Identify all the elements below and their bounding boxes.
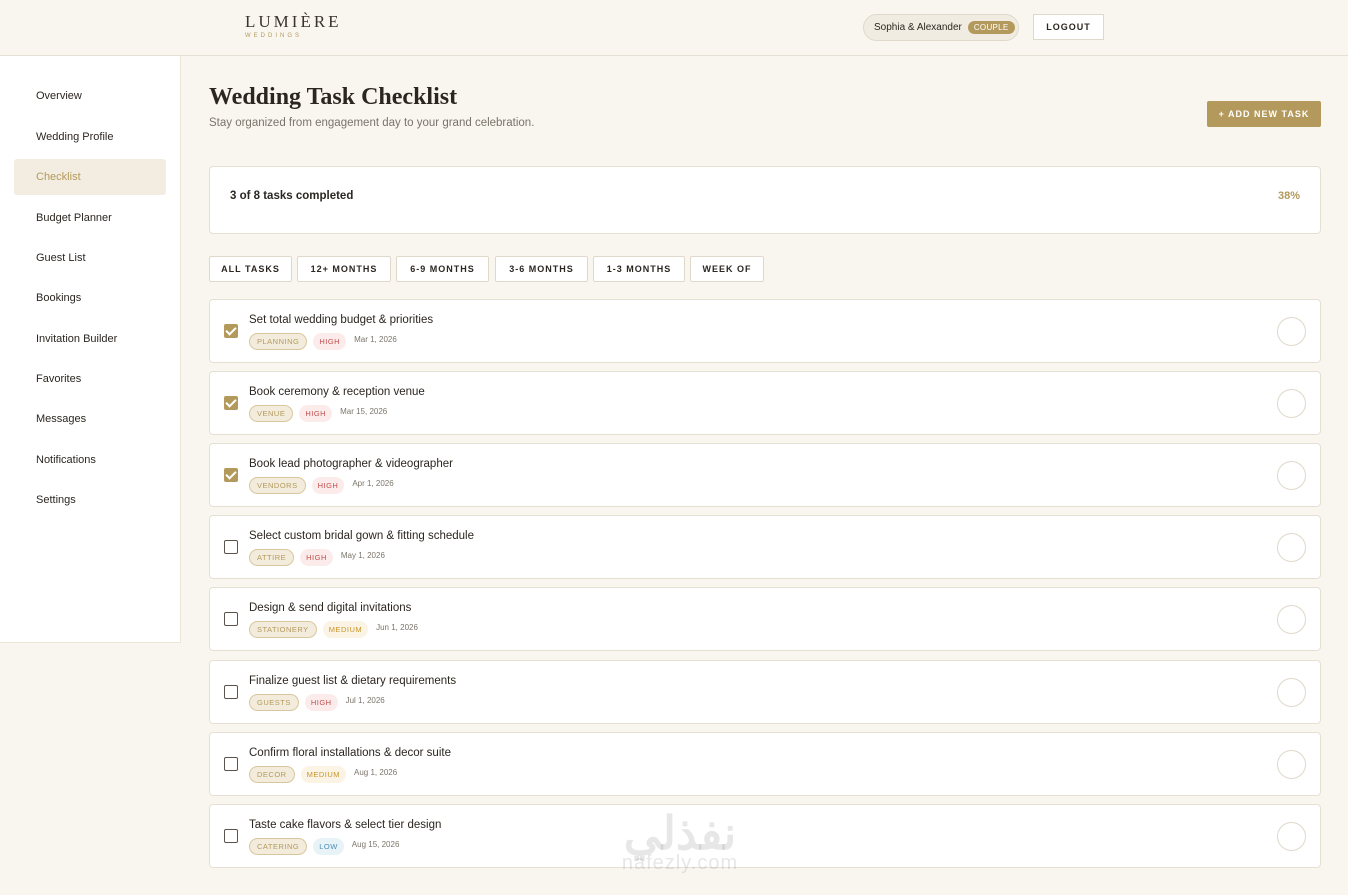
- task-meta: DECOR MEDIUM Aug 1, 2026: [249, 766, 397, 783]
- task-title: Set total wedding budget & priorities: [249, 314, 434, 326]
- task-due-date: Mar 15, 2026: [340, 407, 388, 416]
- task-title: Book ceremony & reception venue: [249, 386, 425, 398]
- task-checkbox[interactable]: [224, 685, 238, 699]
- task-checkbox[interactable]: [224, 540, 238, 554]
- task-due-date: Jul 1, 2026: [345, 696, 385, 705]
- priority-tag: MEDIUM: [300, 766, 347, 783]
- task-row[interactable]: Design & send digital invitations STATIO…: [209, 587, 1321, 651]
- user-pill[interactable]: Sophia & Alexander COUPLE: [863, 14, 1019, 41]
- sidebar-item-overview[interactable]: Overview: [14, 78, 166, 114]
- task-action-circle[interactable]: [1277, 533, 1306, 562]
- sidebar-item-checklist[interactable]: Checklist: [14, 159, 166, 195]
- priority-tag: LOW: [313, 838, 344, 855]
- task-meta: GUESTS HIGH Jul 1, 2026: [249, 694, 385, 711]
- progress-summary: 3 of 8 tasks completed: [230, 190, 354, 202]
- task-title: Finalize guest list & dietary requiremen…: [249, 675, 457, 687]
- category-tag: VENUE: [249, 405, 294, 422]
- task-action-circle[interactable]: [1277, 317, 1306, 346]
- category-tag: DECOR: [249, 766, 295, 783]
- sidebar-item-settings[interactable]: Settings: [14, 482, 166, 518]
- logo[interactable]: LUMIÈRE WEDDINGS: [245, 12, 342, 40]
- task-row[interactable]: Book lead photographer & videographer VE…: [209, 443, 1321, 507]
- category-tag: PLANNING: [249, 333, 308, 350]
- task-meta: VENUE HIGH Mar 15, 2026: [249, 405, 387, 422]
- task-checkbox[interactable]: [224, 396, 238, 410]
- task-action-circle[interactable]: [1277, 678, 1306, 707]
- task-due-date: Aug 15, 2026: [351, 840, 400, 849]
- add-new-task-button[interactable]: + ADD NEW TASK: [1207, 101, 1321, 127]
- task-meta: ATTIRE HIGH May 1, 2026: [249, 549, 385, 566]
- category-tag: CATERING: [249, 838, 308, 855]
- sidebar-item-messages[interactable]: Messages: [14, 401, 166, 437]
- progress-card: 3 of 8 tasks completed 38%: [209, 166, 1321, 234]
- task-checkbox[interactable]: [224, 757, 238, 771]
- filter-6-9-months[interactable]: 6-9 MONTHS: [396, 256, 489, 282]
- sidebar: Overview Wedding Profile Checklist Budge…: [0, 56, 181, 643]
- category-tag: GUESTS: [249, 694, 299, 711]
- filter-all-tasks[interactable]: ALL TASKS: [209, 256, 292, 282]
- task-action-circle[interactable]: [1277, 750, 1306, 779]
- task-checkbox[interactable]: [224, 324, 238, 338]
- user-name: Sophia & Alexander: [874, 22, 962, 33]
- sidebar-item-favorites[interactable]: Favorites: [14, 361, 166, 397]
- task-due-date: Aug 1, 2026: [354, 768, 398, 777]
- category-tag: VENDORS: [249, 477, 306, 494]
- priority-tag: HIGH: [313, 333, 347, 350]
- top-bar: LUMIÈRE WEDDINGS Sophia & Alexander COUP…: [0, 0, 1348, 56]
- sidebar-item-invitation-builder[interactable]: Invitation Builder: [14, 321, 166, 357]
- filter-1-3-months[interactable]: 1-3 MONTHS: [593, 256, 685, 282]
- category-tag: STATIONERY: [249, 621, 317, 638]
- logout-button[interactable]: LOGOUT: [1033, 14, 1104, 40]
- priority-tag: HIGH: [304, 694, 338, 711]
- task-checkbox[interactable]: [224, 829, 238, 843]
- sidebar-item-notifications[interactable]: Notifications: [14, 442, 166, 478]
- sidebar-item-guest-list[interactable]: Guest List: [14, 240, 166, 276]
- task-due-date: May 1, 2026: [340, 551, 385, 560]
- task-title: Design & send digital invitations: [249, 602, 412, 614]
- filter-3-6-months[interactable]: 3-6 MONTHS: [495, 256, 588, 282]
- task-due-date: Mar 1, 2026: [354, 335, 397, 344]
- task-meta: PLANNING HIGH Mar 1, 2026: [249, 333, 397, 350]
- task-action-circle[interactable]: [1277, 389, 1306, 418]
- task-row[interactable]: Confirm floral installations & decor sui…: [209, 732, 1321, 796]
- task-action-circle[interactable]: [1277, 461, 1306, 490]
- sidebar-item-budget-planner[interactable]: Budget Planner: [14, 200, 166, 236]
- task-due-date: Jun 1, 2026: [376, 623, 418, 632]
- task-due-date: Apr 1, 2026: [352, 479, 394, 488]
- priority-tag: HIGH: [299, 405, 333, 422]
- logo-name: LUMIÈRE: [245, 12, 342, 31]
- task-row[interactable]: Select custom bridal gown & fitting sche…: [209, 515, 1321, 579]
- task-action-circle[interactable]: [1277, 822, 1306, 851]
- task-title: Select custom bridal gown & fitting sche…: [249, 530, 475, 542]
- filter-12-plus-months[interactable]: 12+ MONTHS: [297, 256, 391, 282]
- task-title: Confirm floral installations & decor sui…: [249, 747, 451, 759]
- task-title: Taste cake flavors & select tier design: [249, 819, 442, 831]
- task-checkbox[interactable]: [224, 468, 238, 482]
- task-row[interactable]: Taste cake flavors & select tier design …: [209, 804, 1321, 868]
- user-role-badge: COUPLE: [967, 21, 1015, 34]
- task-title: Book lead photographer & videographer: [249, 458, 453, 470]
- task-row[interactable]: Book ceremony & reception venue VENUE HI…: [209, 371, 1321, 435]
- task-action-circle[interactable]: [1277, 605, 1306, 634]
- category-tag: ATTIRE: [249, 549, 295, 566]
- task-meta: STATIONERY MEDIUM Jun 1, 2026: [249, 621, 418, 638]
- priority-tag: HIGH: [311, 477, 345, 494]
- page-subtitle: Stay organized from engagement day to yo…: [209, 117, 535, 129]
- sidebar-item-wedding-profile[interactable]: Wedding Profile: [14, 119, 166, 155]
- task-meta: VENDORS HIGH Apr 1, 2026: [249, 477, 394, 494]
- task-checkbox[interactable]: [224, 612, 238, 626]
- priority-tag: MEDIUM: [322, 621, 369, 638]
- filter-week-of[interactable]: WEEK OF: [690, 256, 764, 282]
- logo-subtitle: WEDDINGS: [245, 33, 302, 39]
- task-row[interactable]: Set total wedding budget & priorities PL…: [209, 299, 1321, 363]
- progress-percent: 38%: [1277, 190, 1300, 202]
- priority-tag: HIGH: [300, 549, 333, 566]
- task-row[interactable]: Finalize guest list & dietary requiremen…: [209, 660, 1321, 724]
- page-title: Wedding Task Checklist: [209, 84, 458, 110]
- task-meta: CATERING LOW Aug 15, 2026: [249, 838, 399, 855]
- sidebar-item-bookings[interactable]: Bookings: [14, 280, 166, 316]
